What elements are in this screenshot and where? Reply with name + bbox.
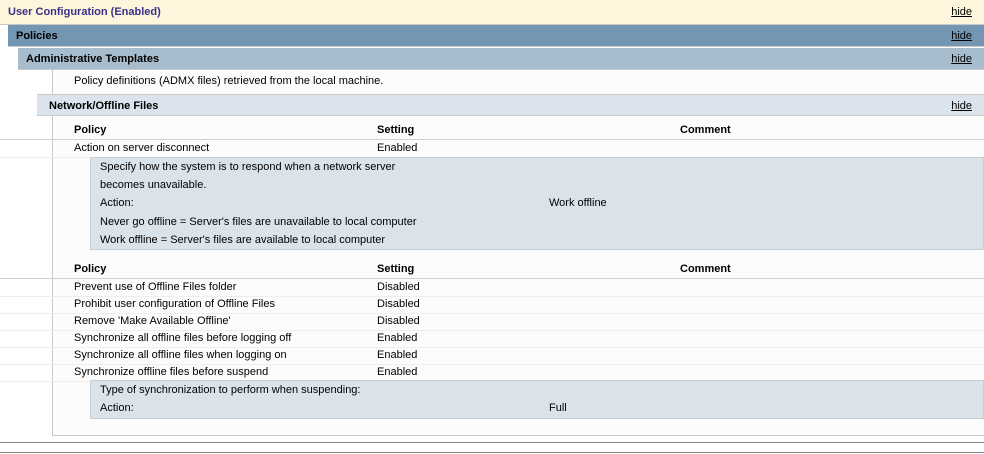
column-policy: Policy (74, 263, 107, 275)
policy-name: Remove 'Make Available Offline' (74, 315, 231, 327)
detail-label: Action: (100, 197, 134, 209)
column-comment: Comment (680, 124, 731, 136)
policy-setting: Disabled (377, 298, 420, 310)
policy-name: Prohibit user configuration of Offline F… (74, 298, 275, 310)
policy-name: Synchronize all offline files before log… (74, 332, 292, 344)
column-policy: Policy (74, 124, 107, 136)
section-title: Network/Offline Files (49, 100, 159, 112)
detail-text: Work offline = Server's files are availa… (100, 234, 386, 246)
detail-value: Full (549, 402, 567, 414)
policies-header: Policies hide (8, 25, 984, 47)
policy-name: Prevent use of Offline Files folder (74, 281, 237, 293)
hide-link[interactable]: hide (951, 0, 972, 25)
detail-value: Work offline (549, 197, 607, 209)
hide-link[interactable]: hide (951, 48, 972, 70)
policy-setting: Enabled (377, 332, 418, 344)
section-title: Administrative Templates (26, 53, 160, 65)
policy-name: Synchronize offline files before suspend (74, 366, 269, 378)
policy-name: Synchronize all offline files when loggi… (74, 349, 287, 361)
detail-text: Specify how the system is to respond whe… (100, 161, 396, 173)
section-title: Policies (16, 30, 58, 42)
policy-setting: Enabled (377, 366, 418, 378)
column-comment: Comment (680, 263, 731, 275)
user-configuration-header: User Configuration (Enabled) hide (0, 0, 984, 25)
network-offline-files-header: Network/Offline Files hide (37, 94, 984, 116)
admx-note: Policy definitions (ADMX files) retrieve… (74, 75, 384, 87)
administrative-templates-header: Administrative Templates hide (18, 48, 984, 70)
divider (0, 452, 984, 453)
section-title: User Configuration (Enabled) (8, 6, 161, 18)
detail-label: Action: (100, 402, 134, 414)
policy-setting: Disabled (377, 315, 420, 327)
policy-name: Action on server disconnect (74, 142, 210, 154)
table-header: Policy Setting Comment (0, 260, 984, 279)
detail-text: becomes unavailable. (100, 179, 207, 191)
policy-detail: Type of synchronization to perform when … (90, 380, 984, 419)
detail-text: Never go offline = Server's files are un… (100, 216, 417, 228)
hide-link[interactable]: hide (951, 25, 972, 47)
policy-detail: Specify how the system is to respond whe… (90, 157, 984, 250)
column-setting: Setting (377, 263, 415, 275)
table-header: Policy Setting Comment (0, 121, 984, 140)
column-setting: Setting (377, 124, 415, 136)
policy-setting: Enabled (377, 349, 418, 361)
divider (0, 442, 984, 443)
policy-setting: Enabled (377, 142, 418, 154)
detail-text: Type of synchronization to perform when … (100, 384, 361, 396)
policy-setting: Disabled (377, 281, 420, 293)
hide-link[interactable]: hide (951, 95, 972, 117)
table-row: Action on server disconnect Enabled (0, 139, 984, 158)
